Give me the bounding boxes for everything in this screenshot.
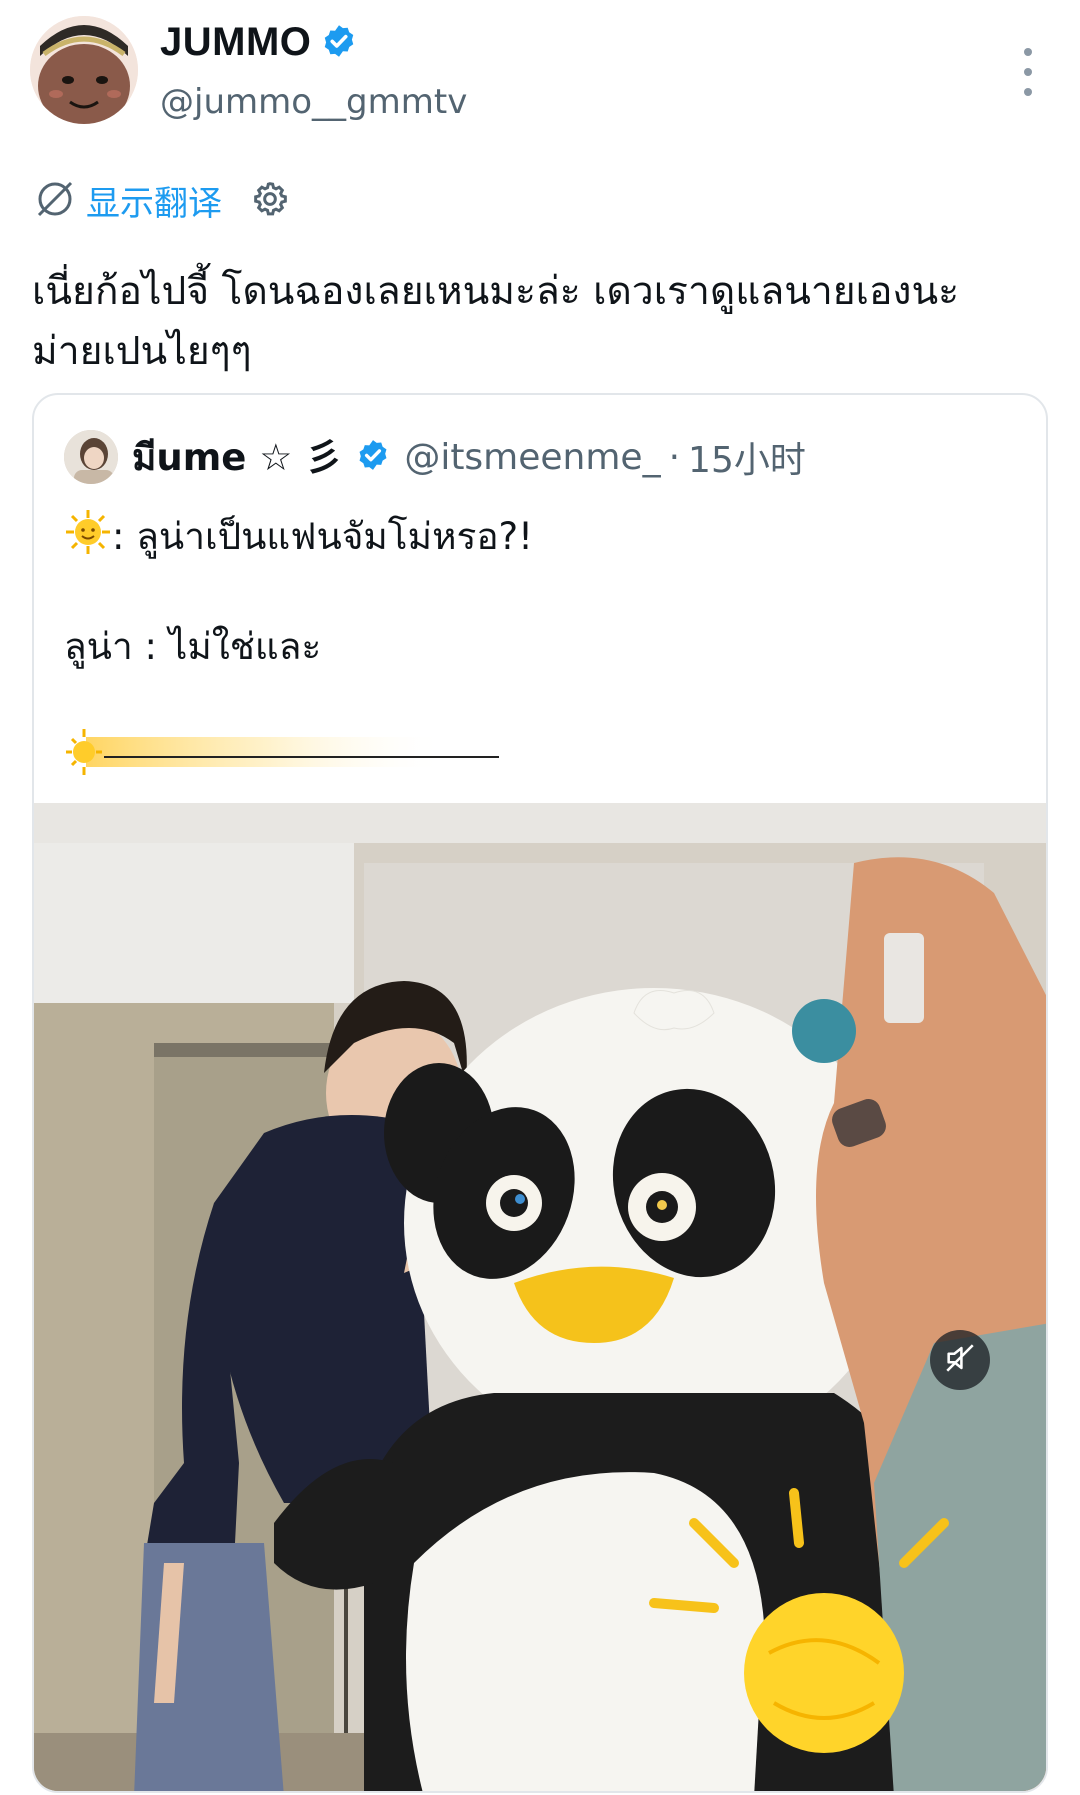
video-frame-illustration xyxy=(34,803,1046,1791)
tweet-detail-page: JUMMO @jummo__gmmtv 显示翻译 เนี่ยก้อไปจี้ โ… xyxy=(0,0,1080,1795)
tweet-text: เนี่ยก้อไปจี้ โดนฉองเลยเหนมะล่ะ เดวเราดู… xyxy=(32,262,1052,382)
author-handle[interactable]: @jummo__gmmtv xyxy=(160,82,467,122)
quoted-text-line: : ลูน่าเป็นแฟนจัมโม่หรอ?! xyxy=(64,507,533,566)
tweet-text-line: ม่ายเปนไยๆๆ xyxy=(32,329,252,374)
quoted-tweet-card[interactable]: มีume ☆ 彡 @itsmeenme_ · 15小时: ลูน่าเป็น… xyxy=(32,393,1048,1793)
author-display-name[interactable]: JUMMO xyxy=(160,20,311,65)
quoted-media-video[interactable] xyxy=(34,803,1046,1791)
sun-emoji-icon xyxy=(64,508,112,565)
tweet-text-line: เนี่ยก้อไปจี้ โดนฉองเลยเหนมะล่ะ เดวเราดู… xyxy=(32,269,960,314)
quoted-author-name[interactable]: มีume ☆ 彡 xyxy=(132,427,342,487)
verified-badge-icon xyxy=(321,23,357,63)
quoted-author-avatar[interactable] xyxy=(64,430,118,484)
author-avatar[interactable] xyxy=(30,16,138,124)
more-options-button[interactable] xyxy=(1010,48,1046,96)
verified-badge-icon xyxy=(356,438,390,476)
separator-dot: · xyxy=(668,436,681,478)
author-name-row: JUMMO xyxy=(160,20,357,65)
more-vertical-icon xyxy=(1024,48,1032,56)
settings-gear-icon[interactable] xyxy=(250,179,290,223)
sun-trail-image xyxy=(64,725,504,779)
quoted-author-handle[interactable]: @itsmeenme_ xyxy=(404,437,660,478)
quoted-text-line2: ลูน่า : ไม่ใช่และ xyxy=(64,625,322,668)
mute-button[interactable] xyxy=(930,1330,990,1390)
translate-icon xyxy=(34,178,76,224)
quoted-text-line1: : ลูน่าเป็นแฟนจัมโม่หรอ?! xyxy=(112,515,534,558)
show-translation-link[interactable]: 显示翻译 xyxy=(86,176,222,225)
quoted-tweet-header: มีume ☆ 彡 @itsmeenme_ · 15小时 xyxy=(64,427,806,487)
translate-row[interactable]: 显示翻译 xyxy=(34,176,290,225)
mute-icon xyxy=(943,1341,977,1379)
quoted-tweet-time[interactable]: 15小时 xyxy=(688,431,806,483)
